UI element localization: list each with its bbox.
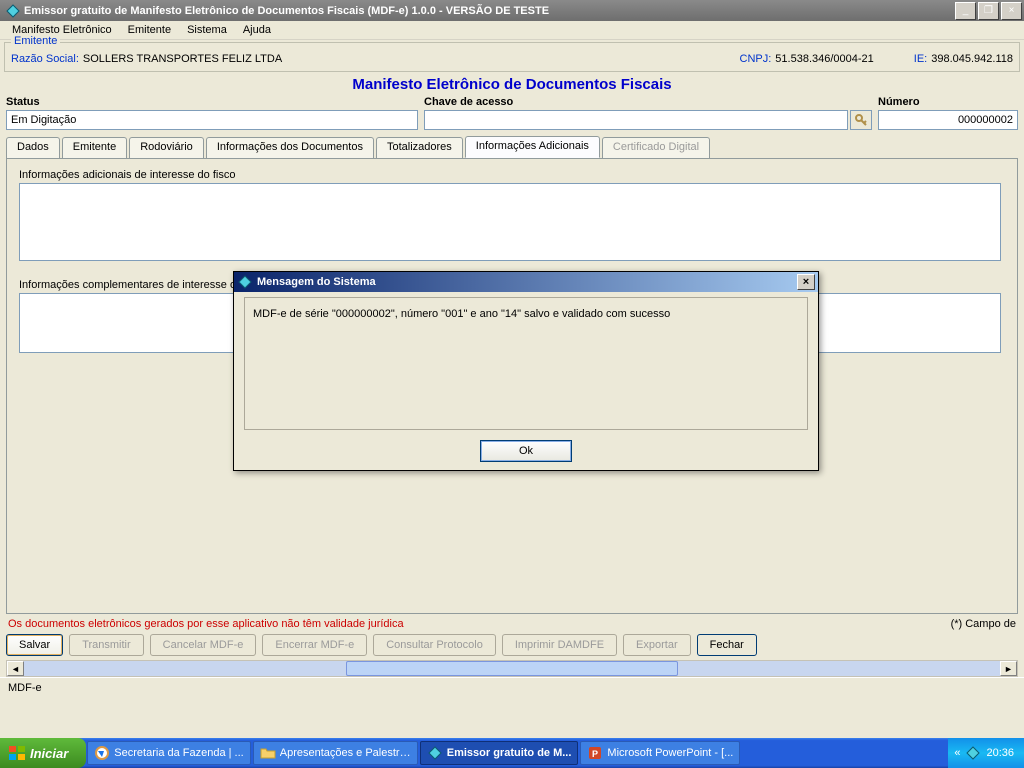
horizontal-scrollbar[interactable]: ◄ ► [6,660,1018,677]
window-title: Emissor gratuito de Manifesto Eletrônico… [24,5,953,17]
dialog-icon [237,274,253,290]
clock: 20:36 [986,747,1014,759]
emitente-groupbox: Emitente Razão Social: SOLLERS TRANSPORT… [4,42,1020,72]
app-statusbar: MDF-e [0,677,1024,697]
tray-expand-icon[interactable]: « [954,747,960,759]
dialog-ok-button[interactable]: Ok [480,440,572,462]
razao-social-value: SOLLERS TRANSPORTES FELIZ LTDA [83,53,282,65]
cnpj-label: CNPJ: [740,53,772,65]
window-controls: _ ❐ × [953,2,1022,20]
fechar-button[interactable]: Fechar [697,634,757,656]
taskbar-item-browser[interactable]: Secretaria da Fazenda | ... [87,741,250,765]
menubar: Manifesto Eletrônico Emitente Sistema Aj… [0,21,1024,40]
validity-warning: Os documentos eletrônicos gerados por es… [8,618,951,630]
scroll-left-arrow[interactable]: ◄ [7,661,24,676]
cnpj-value: 51.538.346/0004-21 [775,53,873,65]
taskbar-item-label: Microsoft PowerPoint - [... [607,747,733,759]
scroll-track[interactable] [24,661,1000,676]
titlebar: Emissor gratuito de Manifesto Eletrônico… [0,0,1024,21]
dialog-body: MDF-e de série "000000002", número "001"… [244,297,808,430]
close-button[interactable]: × [1001,2,1022,20]
dialog-title: Mensagem do Sistema [257,276,376,288]
folder-icon [260,745,276,761]
taskbar-item-label: Secretaria da Fazenda | ... [114,747,243,759]
dialog-titlebar: Mensagem do Sistema × [234,272,818,292]
system-message-dialog: Mensagem do Sistema × MDF-e de série "00… [233,271,819,471]
dialog-close-button[interactable]: × [797,274,815,290]
imprimir-damdfe-button: Imprimir DAMDFE [502,634,617,656]
start-button[interactable]: Iniciar [0,738,86,768]
cancelar-mdfe-button: Cancelar MDF-e [150,634,257,656]
browser-icon [94,745,110,761]
chave-field [424,110,848,130]
restore-button[interactable]: ❐ [978,2,999,20]
tab-emitente[interactable]: Emitente [62,137,127,159]
tab-certificado-digital: Certificado Digital [602,137,710,159]
svg-text:P: P [592,749,598,759]
key-icon[interactable] [850,110,872,130]
status-label: Status [6,94,418,110]
razao-social-label: Razão Social: [11,53,79,65]
ie-value: 398.045.942.118 [931,53,1013,65]
page-heading: Manifesto Eletrônico de Documentos Fisca… [0,74,1024,94]
taskbar-item-folder[interactable]: Apresentações e Palestras [253,741,418,765]
taskbar: Iniciar Secretaria da Fazenda | ... Apre… [0,738,1024,768]
dialog-message: MDF-e de série "000000002", número "001"… [253,308,670,320]
scroll-thumb[interactable] [346,661,678,676]
windows-flag-icon [8,745,26,761]
statusbar-text: MDF-e [8,682,42,694]
taskbar-item-label: Apresentações e Palestras [280,747,411,759]
system-tray[interactable]: « 20:36 [948,738,1024,768]
campo-obrigatorio-label: (*) Campo de [951,618,1016,630]
menu-emitente[interactable]: Emitente [120,22,179,38]
tab-dados[interactable]: Dados [6,137,60,159]
fisco-textarea[interactable] [19,183,1001,261]
tab-totalizadores[interactable]: Totalizadores [376,137,463,159]
taskbar-item-emissor[interactable]: Emissor gratuito de M... [420,741,579,765]
numero-field: 000000002 [878,110,1018,130]
powerpoint-icon: P [587,745,603,761]
menu-ajuda[interactable]: Ajuda [235,22,279,38]
chave-label: Chave de acesso [424,94,872,110]
start-label: Iniciar [30,746,68,761]
tabstrip: Dados Emitente Rodoviário Informações do… [0,130,1024,158]
footer-row: Os documentos eletrônicos gerados por es… [0,614,1024,632]
status-field: Em Digitação [6,110,418,130]
minimize-button[interactable]: _ [955,2,976,20]
tab-info-adicionais[interactable]: Informações Adicionais [465,136,600,158]
ie-label: IE: [914,53,927,65]
tray-app-icon[interactable] [966,746,980,760]
numero-label: Número [878,94,1018,110]
salvar-button[interactable]: Salvar [6,634,63,656]
tab-rodoviario[interactable]: Rodoviário [129,137,204,159]
header-info-row: Status Em Digitação Chave de acesso Núme… [0,94,1024,130]
emitente-legend: Emitente [11,35,60,47]
transmitir-button: Transmitir [69,634,143,656]
app-icon [5,3,21,19]
app-icon [427,745,443,761]
scroll-right-arrow[interactable]: ► [1000,661,1017,676]
button-row: Salvar Transmitir Cancelar MDF-e Encerra… [0,632,1024,658]
consultar-protocolo-button: Consultar Protocolo [373,634,496,656]
taskbar-item-powerpoint[interactable]: P Microsoft PowerPoint - [... [580,741,740,765]
menu-sistema[interactable]: Sistema [179,22,235,38]
exportar-button: Exportar [623,634,691,656]
fisco-label: Informações adicionais de interesse do f… [19,169,1005,181]
taskbar-item-label: Emissor gratuito de M... [447,747,572,759]
tab-info-documentos[interactable]: Informações dos Documentos [206,137,374,159]
encerrar-mdfe-button: Encerrar MDF-e [262,634,367,656]
